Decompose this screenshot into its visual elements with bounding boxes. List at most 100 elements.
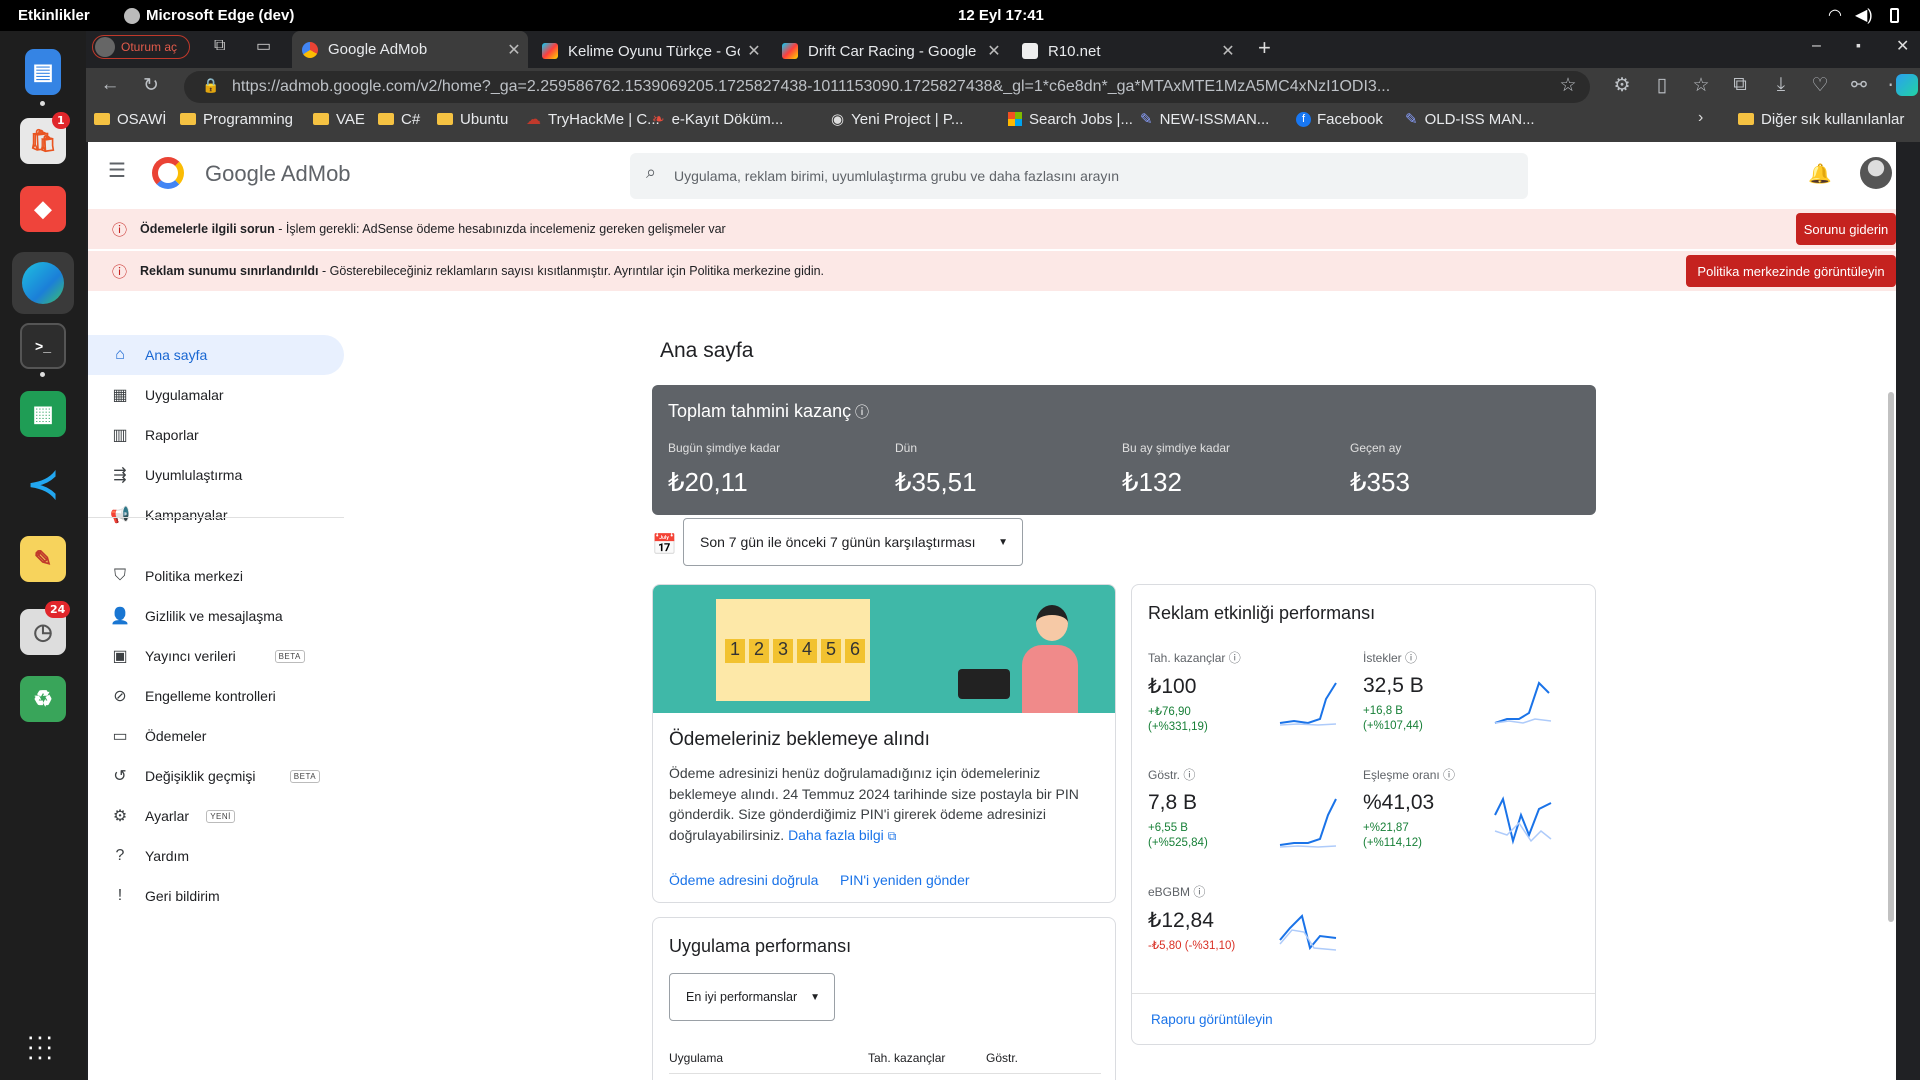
edge-dev-icon[interactable] <box>12 252 74 314</box>
bookmark-csharp[interactable]: C# <box>378 107 420 131</box>
tab-google-admob[interactable]: Google AdMob ✕ <box>292 31 528 68</box>
tab-kelime-oyunu[interactable]: Kelime Oyunu Türkçe - Go ✕ <box>532 34 768 68</box>
bookmark-facebook[interactable]: f Facebook <box>1296 107 1383 131</box>
sidebar-item-campaigns[interactable]: 📢 Kampanyalar <box>88 495 344 535</box>
bookmark-ekayit[interactable]: ❧ e-Kayıt Döküm... <box>652 107 783 131</box>
new-tab-button[interactable]: + <box>1258 35 1271 61</box>
help-icon[interactable]: ⓘ <box>1405 651 1417 665</box>
help-icon[interactable]: ⓘ <box>1443 768 1455 782</box>
date-range-select[interactable]: Son 7 gün ile önceki 7 günün karşılaştır… <box>683 518 1023 566</box>
profile-button[interactable]: Oturum aç <box>92 35 190 59</box>
close-icon[interactable]: ✕ <box>980 41 1008 61</box>
bookmark-vae[interactable]: VAE <box>313 107 365 131</box>
workspaces-icon[interactable]: ⧉ <box>214 37 225 55</box>
copilot-icon[interactable] <box>1896 74 1918 96</box>
bookmark-old-iss[interactable]: ✎ OLD-ISS MAN... <box>1405 107 1535 131</box>
sidebar-item-mediation[interactable]: ⇶ Uyumlulaştırma <box>88 455 344 495</box>
performance-icon[interactable]: ⚯ <box>1845 74 1873 97</box>
close-window-button[interactable]: ✕ <box>1896 36 1909 56</box>
text-editor-icon[interactable]: ✎ <box>20 536 66 582</box>
sidebar-item-home[interactable]: ⌂ Ana sayfa <box>88 335 344 375</box>
bookmark-new-issman[interactable]: ✎ NEW-ISSMAN... <box>1140 107 1269 131</box>
favorite-star-icon[interactable]: ☆ <box>1554 74 1582 97</box>
sidebar-item-help[interactable]: ? Yardım <box>88 836 344 876</box>
view-report-link[interactable]: Raporu görüntüleyin <box>1151 1012 1273 1027</box>
chevron-right-icon[interactable]: › <box>1698 109 1703 127</box>
terminal-icon[interactable]: >_ <box>20 323 66 369</box>
sidebar-item-blocking[interactable]: ⊘ Engelleme kontrolleri <box>88 676 344 716</box>
bookmark-ubuntu[interactable]: Ubuntu <box>437 107 508 131</box>
payment-hold-card: 1 2 3 4 5 6 Ödemeleriniz beklemeye alınd… <box>652 584 1116 903</box>
app-logo-text[interactable]: Google AdMob <box>205 161 351 187</box>
sidebar-item-apps[interactable]: ▦ Uygulamalar <box>88 375 344 415</box>
refresh-icon[interactable]: ↻ <box>137 74 165 97</box>
help-icon[interactable]: ⓘ <box>855 402 869 422</box>
tab-drift-car[interactable]: Drift Car Racing - Google P ✕ <box>772 34 1008 68</box>
tab-r10[interactable]: R10.net ✕ <box>1012 34 1242 68</box>
sidebar-item-settings[interactable]: ⚙ Ayarlar YENİ <box>88 796 344 836</box>
column-header-earnings[interactable]: Tah. kazançlar <box>868 1051 945 1065</box>
alert-text: - Gösterebileceğiniz reklamların sayısı … <box>318 264 825 278</box>
tab-actions-icon[interactable]: ▭ <box>256 36 271 56</box>
fix-issue-button[interactable]: Sorunu giderin <box>1796 213 1896 245</box>
vscode-icon[interactable]: ≺ <box>20 461 66 507</box>
spreadsheet-icon[interactable]: ▦ <box>20 391 66 437</box>
sidebar-item-feedback[interactable]: ! Geri bildirim <box>88 876 344 916</box>
collections-icon[interactable]: ⧉ <box>1726 74 1754 96</box>
bookmark-search-jobs[interactable]: Search Jobs |... <box>1008 107 1133 131</box>
top-performers-select[interactable]: En iyi performanslar ▼ <box>669 973 835 1021</box>
person-illustration <box>958 605 1088 713</box>
trash-icon[interactable]: ♻ <box>20 676 66 722</box>
sidebar-item-privacy[interactable]: 👤 Gizlilik ve mesajlaşma <box>88 596 344 636</box>
account-avatar[interactable] <box>1860 157 1892 189</box>
close-icon[interactable]: ✕ <box>1214 41 1242 61</box>
split-screen-icon[interactable]: ▯ <box>1648 74 1676 97</box>
column-header-app[interactable]: Uygulama <box>669 1051 723 1065</box>
sidebar-item-reports[interactable]: ▥ Raporlar <box>88 415 344 455</box>
learn-more-link[interactable]: Daha fazla bilgi <box>788 827 884 843</box>
files-icon[interactable]: ▤ <box>25 49 61 95</box>
bookmark-yeni-project[interactable]: ◉ Yeni Project | P... <box>831 107 963 131</box>
search-input[interactable]: Uygulama, reklam birimi, uyumlulaştırma … <box>674 168 1119 184</box>
sidebar-item-publisher-data[interactable]: ▣ Yayıncı verileri BETA <box>88 636 344 676</box>
volume-icon[interactable]: ◀) <box>1855 5 1873 25</box>
battery-icon[interactable] <box>1890 8 1899 23</box>
sidebar-item-policy[interactable]: ⛉ Politika merkezi <box>88 556 344 596</box>
sidebar-item-payments[interactable]: ▭ Ödemeler <box>88 716 344 756</box>
close-icon[interactable]: ✕ <box>500 40 528 60</box>
bookmark-programming[interactable]: Programming <box>180 107 293 131</box>
close-icon[interactable]: ✕ <box>740 41 768 61</box>
notifications-bell-icon[interactable]: 🔔 <box>1808 162 1832 186</box>
help-icon[interactable]: ⓘ <box>1229 651 1241 665</box>
extensions-icon[interactable]: ⚙ <box>1608 74 1636 97</box>
wifi-icon[interactable]: ◠ <box>1828 5 1842 25</box>
show-apps-grid-icon[interactable]: ∙∙∙ ∙∙∙ ∙∙∙ <box>27 1023 59 1069</box>
calendar-icon[interactable]: 📅 <box>652 532 677 557</box>
campaigns-icon: 📢 <box>110 507 130 524</box>
column-header-impressions[interactable]: Göstr. <box>986 1051 1018 1065</box>
focused-app-name[interactable]: Microsoft Edge (dev) <box>146 7 294 24</box>
verify-address-link[interactable]: Ödeme adresini doğrula <box>669 872 818 888</box>
bookmark-osawi[interactable]: OSAWİ <box>94 107 166 131</box>
page-scrollbar[interactable] <box>1888 392 1894 922</box>
policy-center-button[interactable]: Politika merkezinde görüntüleyin <box>1686 255 1896 287</box>
sidebar-item-history[interactable]: ↺ Değişiklik geçmişi BETA <box>88 756 344 796</box>
browser-essentials-icon[interactable]: ♡ <box>1806 74 1834 97</box>
bookmark-tryhackme[interactable]: ☁ TryHackMe | C... <box>526 107 660 131</box>
downloads-icon[interactable]: ⤓ <box>1767 74 1795 96</box>
back-icon[interactable]: ← <box>96 74 124 96</box>
favorites-icon[interactable]: ☆ <box>1687 74 1715 97</box>
anydesk-icon[interactable]: ◆ <box>20 186 66 232</box>
help-icon[interactable]: ⓘ <box>1183 768 1195 782</box>
other-bookmarks[interactable]: Diğer sık kullanılanlar <box>1738 107 1904 131</box>
minimize-button[interactable]: – <box>1812 37 1821 55</box>
match-rate-sparkline <box>1494 796 1552 845</box>
clock[interactable]: 12 Eyl 17:41 <box>958 7 1044 24</box>
url-text[interactable]: https://admob.google.com/v2/home?_ga=2.2… <box>232 78 1532 96</box>
help-icon[interactable]: ⓘ <box>1193 885 1205 899</box>
activities-button[interactable]: Etkinlikler <box>18 7 90 24</box>
hamburger-menu-icon[interactable]: ☰ <box>108 158 126 183</box>
lock-icon[interactable]: 🔒 <box>202 77 219 94</box>
maximize-button[interactable]: ▪ <box>1856 37 1861 53</box>
resend-pin-link[interactable]: PIN'i yeniden gönder <box>840 872 970 888</box>
